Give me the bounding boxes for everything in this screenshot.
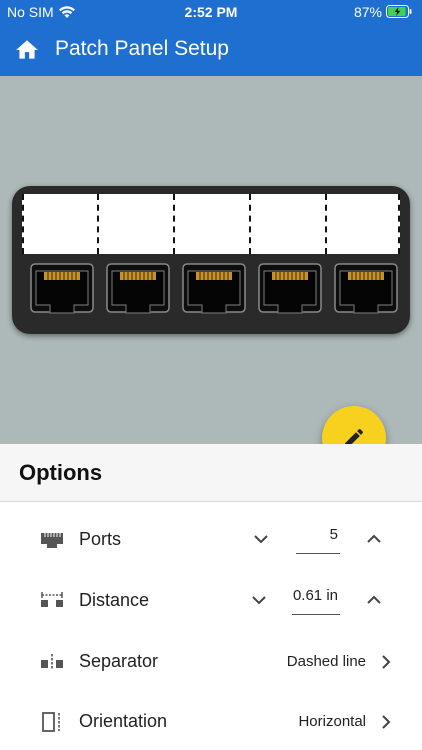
options-sheet: Options Ports 5 Distance 0.61 in Separat… (0, 444, 422, 750)
rj45-port (334, 263, 398, 314)
rj45-port (106, 263, 170, 314)
page-title: Patch Panel Setup (55, 37, 229, 60)
rj45-port (258, 263, 322, 314)
options-header: Options (0, 444, 422, 502)
label-separator (249, 194, 251, 254)
rj45-port (182, 263, 246, 314)
separator-label: Separator (79, 651, 159, 671)
options-title: Options (19, 460, 103, 485)
chevron-down-icon[interactable] (252, 532, 270, 546)
separator-value: Dashed line (286, 653, 366, 670)
orientation-label: Orientation (79, 711, 168, 731)
distance-field[interactable]: 0.61 in (292, 581, 340, 615)
rj45-port (30, 263, 94, 314)
label-separator (97, 194, 99, 254)
status-bar: No SIM 2:52 PM 87% (0, 0, 422, 24)
distance-row: Distance 0.61 in (0, 571, 422, 631)
distance-label: Distance (79, 590, 150, 610)
home-icon[interactable] (14, 37, 40, 63)
chevron-right-icon (382, 655, 391, 669)
battery-charging-icon (386, 5, 412, 18)
chevron-up-icon[interactable] (365, 532, 383, 546)
label-separator (325, 194, 327, 254)
orientation-row[interactable]: Orientation Horizontal (0, 692, 422, 750)
label-separator (22, 194, 24, 254)
label-separator (398, 194, 400, 254)
patch-panel (12, 186, 410, 334)
orientation-icon (42, 712, 60, 732)
chevron-up-icon[interactable] (365, 593, 383, 607)
port-label-strip[interactable] (22, 194, 400, 254)
separator-icon (41, 654, 63, 670)
battery-percent: 87% (353, 4, 382, 20)
app-bar: Patch Panel Setup (0, 24, 422, 76)
chevron-down-icon[interactable] (250, 593, 268, 607)
patch-port-icon (41, 533, 63, 548)
distance-icon (41, 592, 63, 607)
label-separator (173, 194, 175, 254)
ports-row: Ports 5 (0, 510, 422, 570)
ports-field[interactable]: 5 (296, 520, 340, 554)
panel-preview (0, 76, 422, 444)
chevron-right-icon (382, 715, 391, 729)
ports-label: Ports (79, 529, 122, 549)
separator-row[interactable]: Separator Dashed line (0, 632, 422, 692)
orientation-value: Horizontal (298, 713, 366, 730)
